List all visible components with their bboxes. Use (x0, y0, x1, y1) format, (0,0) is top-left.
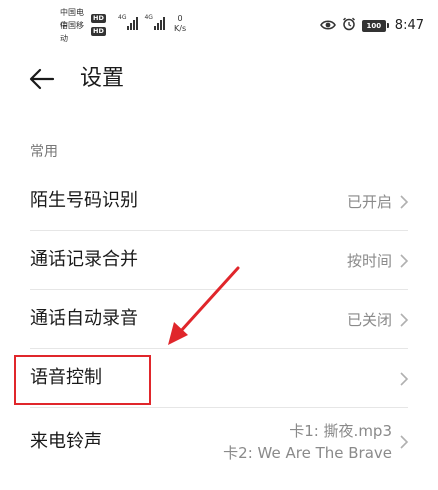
clock: 8:47 (394, 18, 424, 33)
signal-bars-icon (153, 14, 165, 30)
ringtone-sim2: 卡2: We Are The Brave (223, 444, 392, 462)
setting-item-value: 按时间 (346, 252, 392, 270)
page-title: 设置 (80, 66, 125, 91)
chevron-right-icon (400, 313, 409, 327)
ringtone-sim1: 卡1: 撕夜.mp3 (289, 422, 392, 440)
status-bar: 中国电信 HD 中国移动 HD 4G 4G 0 K/s 100 8:47 (0, 0, 438, 44)
setting-item-label: 通话记录合并 (30, 249, 138, 270)
setting-item-ringtone[interactable]: 来电铃声 卡1: 撕夜.mp3 卡2: We Are The Brave (0, 408, 438, 474)
signal-group: 4G 4G (118, 14, 165, 30)
alarm-icon (342, 16, 356, 35)
carrier-block: 中国电信 HD 中国移动 HD (60, 8, 106, 43)
signal-strength-icon: 4G (144, 14, 165, 30)
net-speed-value: 0 (177, 14, 183, 23)
chevron-right-icon (400, 372, 409, 386)
battery-level: 100 (361, 19, 386, 32)
hd-badge: HD (91, 14, 106, 23)
setting-item-label: 来电铃声 (30, 431, 102, 452)
hd-badge: HD (91, 27, 106, 36)
page-header: 设置 (0, 55, 438, 103)
setting-item-value: 已开启 (346, 193, 392, 211)
setting-item-label: 陌生号码识别 (30, 190, 138, 211)
chevron-right-icon (400, 195, 409, 209)
signal-bars-icon (127, 14, 139, 30)
carrier-name: 中国移动 (60, 20, 84, 43)
eye-comfort-icon (319, 16, 336, 35)
arrow-left-icon (29, 68, 55, 90)
setting-item-merge-call-log[interactable]: 通话记录合并 按时间 (0, 231, 438, 290)
network-type-label: 4G (144, 14, 153, 21)
status-right: 100 8:47 (319, 16, 424, 35)
ringtone-values: 卡1: 撕夜.mp3 卡2: We Are The Brave (223, 420, 392, 464)
setting-item-label: 通话自动录音 (30, 308, 138, 329)
chevron-right-icon (400, 254, 409, 268)
carrier-2: 中国移动 HD (60, 21, 106, 43)
network-type-label: 4G (118, 14, 127, 21)
section-label: 常用 (30, 144, 58, 160)
signal-strength-icon: 4G (118, 14, 139, 30)
chevron-right-icon (400, 435, 409, 449)
settings-list: 陌生号码识别 已开启 通话记录合并 按时间 通话自动录音 已关闭 语音控制 来电… (0, 172, 438, 474)
setting-item-auto-record[interactable]: 通话自动录音 已关闭 (0, 290, 438, 349)
battery-icon: 100 (361, 19, 389, 32)
back-button[interactable] (28, 65, 56, 93)
setting-item-unknown-number-id[interactable]: 陌生号码识别 已开启 (0, 172, 438, 231)
setting-item-value: 已关闭 (346, 311, 392, 329)
net-speed: 0 K/s (174, 14, 186, 34)
highlight-box (14, 355, 151, 405)
net-speed-unit: K/s (174, 24, 187, 33)
